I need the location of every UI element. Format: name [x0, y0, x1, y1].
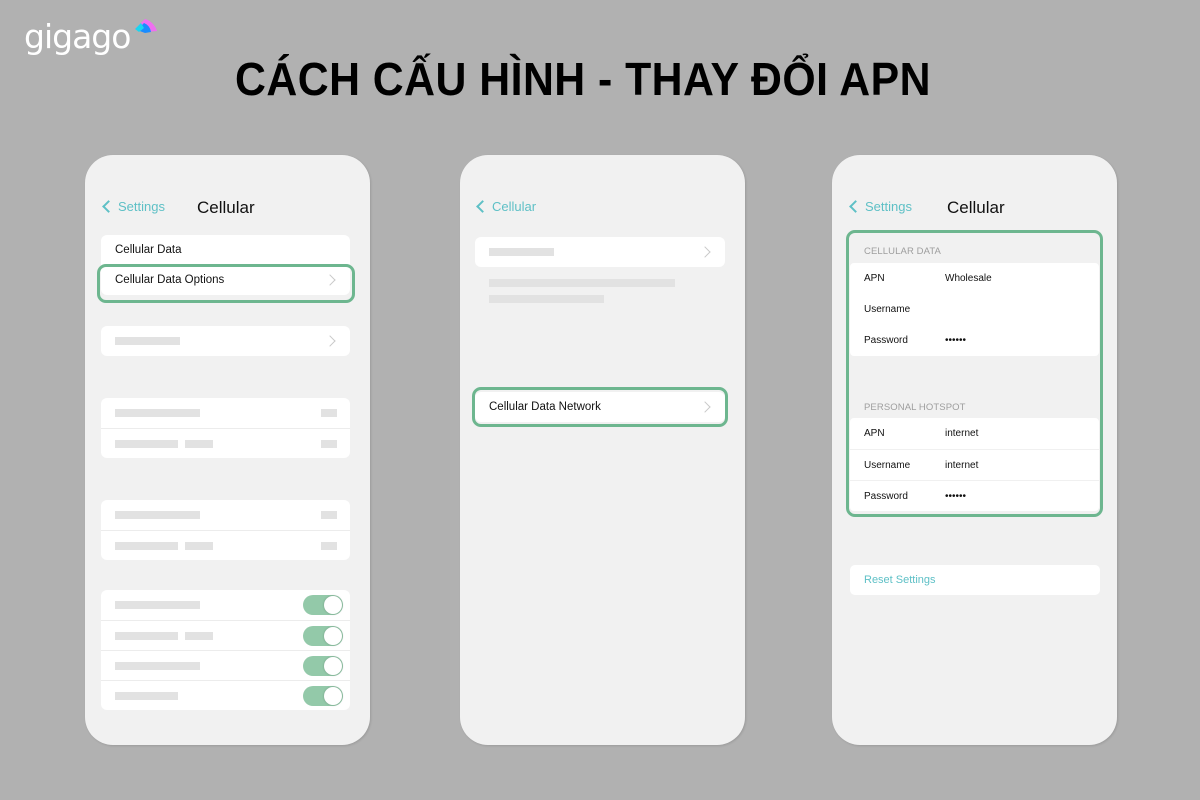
- placeholder-footnote: [489, 295, 604, 303]
- placeholder-text: [115, 601, 200, 609]
- cellular-data-card: Cellular Data Cellular Data Options: [101, 235, 350, 295]
- placeholder-row[interactable]: [101, 398, 350, 428]
- back-button[interactable]: Settings: [102, 199, 165, 214]
- field-username[interactable]: Username: [850, 294, 1099, 325]
- placeholder-text: [115, 631, 178, 640]
- chevron-right-icon: [699, 401, 711, 413]
- reset-settings-button[interactable]: Reset Settings: [850, 565, 1100, 595]
- chevron-right-icon: [699, 246, 711, 258]
- field-value: ••••••: [945, 490, 967, 502]
- placeholder-text: [185, 439, 213, 448]
- back-label: Cellular: [492, 199, 537, 214]
- row-label: Cellular Data: [115, 244, 182, 256]
- back-button[interactable]: Cellular: [476, 199, 536, 214]
- back-button[interactable]: Settings: [849, 199, 912, 214]
- apn-settings-highlight: CELLULAR DATA APN Wholesale Username Pas…: [846, 230, 1103, 517]
- field-password[interactable]: Password ••••••: [850, 325, 1099, 356]
- reset-settings-label: Reset Settings: [864, 574, 936, 586]
- cellular-data-fields: APN Wholesale Username Password ••••••: [850, 263, 1099, 356]
- row-label: Cellular Data Network: [489, 401, 601, 413]
- logo-mark-icon: [135, 19, 157, 33]
- row-cellular-data-network[interactable]: Cellular Data Network: [475, 392, 725, 422]
- field-label: APN: [864, 273, 885, 284]
- field-label: APN: [864, 428, 885, 439]
- field-value: Wholesale: [945, 273, 992, 284]
- toggle-switch[interactable]: [303, 655, 343, 676]
- placeholder-footnote: [489, 279, 675, 287]
- placeholder-value: [321, 541, 337, 550]
- placeholder-text: [115, 337, 180, 345]
- phone-screen-cellular-data-options: Cellular Cellular Data Network: [460, 155, 745, 745]
- field-apn[interactable]: APN Wholesale: [850, 263, 1099, 294]
- placeholder-text: [489, 248, 554, 256]
- placeholder-text: [115, 661, 200, 670]
- placeholder-text: [115, 541, 178, 550]
- toggle-knob: [324, 626, 342, 645]
- toggle-knob: [324, 686, 342, 705]
- field-label: Username: [864, 459, 911, 471]
- field-value: internet: [945, 428, 979, 439]
- chevron-left-icon: [102, 200, 115, 213]
- back-label: Settings: [865, 199, 912, 214]
- personal-hotspot-fields: APN internet Username internet Password …: [850, 418, 1099, 511]
- field-apn[interactable]: APN internet: [850, 418, 1099, 449]
- field-label: Password: [864, 335, 908, 346]
- phone-screen-cellular: Settings Cellular Cellular Data Cellular…: [85, 155, 370, 745]
- placeholder-row[interactable]: [101, 500, 350, 530]
- placeholder-text: [185, 631, 213, 640]
- field-label: Username: [864, 304, 911, 315]
- field-username[interactable]: Username internet: [850, 449, 1099, 480]
- toggle-switch[interactable]: [303, 595, 343, 615]
- row-cellular-data[interactable]: Cellular Data: [101, 235, 350, 265]
- section-header-personal-hotspot: PERSONAL HOTSPOT: [864, 402, 966, 413]
- row-label: Cellular Data Options: [115, 274, 225, 286]
- chevron-left-icon: [849, 200, 862, 213]
- placeholder-row[interactable]: [101, 326, 350, 356]
- placeholder-text: [115, 439, 178, 448]
- toggle-row: [101, 590, 350, 620]
- field-value: internet: [945, 459, 979, 471]
- placeholder-row[interactable]: [475, 237, 725, 267]
- back-label: Settings: [118, 199, 165, 214]
- toggles-card: [101, 590, 350, 710]
- placeholder-card: [475, 237, 725, 267]
- page-headline: CÁCH CẤU HÌNH - THAY ĐỔI APN: [235, 53, 931, 105]
- field-label: Password: [864, 490, 908, 502]
- toggle-switch[interactable]: [303, 685, 343, 706]
- placeholder-card: [101, 398, 350, 458]
- chevron-left-icon: [476, 200, 489, 213]
- row-cellular-data-options[interactable]: Cellular Data Options: [101, 265, 350, 295]
- placeholder-value: [321, 409, 337, 417]
- logo-text: gigago: [24, 17, 131, 56]
- placeholder-value: [321, 511, 337, 519]
- toggle-knob: [324, 656, 342, 675]
- toggle-row: [101, 620, 350, 650]
- placeholder-text: [115, 409, 200, 417]
- gigago-logo: gigago: [24, 17, 157, 56]
- placeholder-text: [185, 541, 213, 550]
- toggle-row: [101, 650, 350, 680]
- placeholder-text: [115, 691, 178, 700]
- toggle-row: [101, 680, 350, 710]
- placeholder-card: [101, 326, 350, 356]
- toggle-switch[interactable]: [303, 625, 343, 646]
- chevron-right-icon: [324, 274, 336, 286]
- placeholder-value: [321, 439, 337, 448]
- field-value: ••••••: [945, 335, 967, 346]
- nav-title: Cellular: [197, 198, 255, 217]
- field-password[interactable]: Password ••••••: [850, 480, 1099, 511]
- chevron-right-icon: [324, 335, 336, 347]
- placeholder-card: [101, 500, 350, 560]
- nav-title: Cellular: [947, 198, 1005, 217]
- placeholder-row[interactable]: [101, 530, 350, 560]
- section-header-cellular-data: CELLULAR DATA: [864, 246, 941, 257]
- cellular-data-network-card: Cellular Data Network: [475, 392, 725, 422]
- phone-screen-apn-settings: Settings Cellular CELLULAR DATA APN Whol…: [832, 155, 1117, 745]
- placeholder-text: [115, 511, 200, 519]
- placeholder-row[interactable]: [101, 428, 350, 458]
- toggle-knob: [324, 596, 342, 614]
